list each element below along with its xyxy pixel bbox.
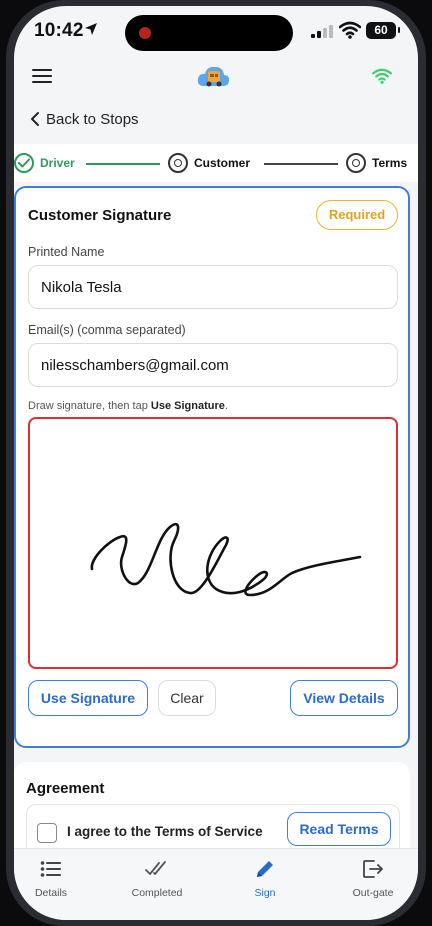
step-connector-complete [86, 163, 160, 165]
emails-label: Email(s) (comma separated) [28, 323, 186, 337]
required-badge: Required [316, 200, 398, 230]
step-connector-pending [264, 163, 338, 165]
customer-signature-card: Customer Signature Required Printed Name… [14, 186, 410, 748]
tab-label: Details [34, 887, 68, 899]
status-time: 10:42 [34, 20, 84, 41]
status-bar: 10:42 60 [14, 6, 418, 58]
tab-sign[interactable]: Sign [220, 857, 310, 899]
step-label: Terms [372, 156, 408, 170]
wifi-status-icon [339, 21, 361, 39]
terms-checkbox[interactable] [37, 823, 57, 843]
terms-checkbox-label[interactable]: I agree to the Terms of Service [67, 824, 263, 839]
check-circle-icon [14, 153, 34, 173]
printed-name-input[interactable] [28, 265, 398, 309]
connection-wifi-icon [372, 68, 392, 84]
tab-label: Out-gate [352, 887, 394, 899]
step-customer[interactable]: Customer [168, 153, 250, 173]
hint-prefix: Draw signature, then tap [28, 400, 151, 412]
printed-name-label: Printed Name [28, 245, 105, 259]
back-label: Back to Stops [46, 110, 139, 128]
tab-label: Sign [254, 887, 276, 899]
agreement-title: Agreement [26, 780, 105, 797]
app-screen: 10:42 60 Back to Stops Driver Customer T… [14, 6, 418, 920]
phone-device: 10:42 60 Back to Stops Driver Customer T… [0, 0, 432, 926]
back-to-stops-link[interactable]: Back to Stops [26, 108, 139, 130]
tab-out-gate[interactable]: Out-gate [328, 857, 418, 899]
use-signature-button[interactable]: Use Signature [28, 680, 148, 716]
read-terms-button[interactable]: Read Terms [287, 812, 391, 846]
tab-details[interactable]: Details [14, 857, 96, 899]
chevron-left-icon [31, 112, 39, 126]
progress-stepper: Driver Customer Terms [14, 144, 418, 182]
tab-completed[interactable]: Completed [112, 857, 202, 899]
step-terms[interactable]: Terms [346, 153, 407, 173]
tab-label: Completed [131, 887, 183, 899]
cellular-signal-icon [311, 25, 333, 38]
recording-dot [139, 27, 151, 39]
menu-icon[interactable] [32, 66, 52, 84]
bottom-tab-bar: Details Completed Sign Out-gate [14, 848, 418, 920]
clear-button[interactable]: Clear [158, 680, 216, 716]
pending-circle-icon [168, 153, 188, 173]
view-details-button[interactable]: View Details [290, 680, 398, 716]
location-arrow-icon [85, 23, 97, 35]
pencil-icon [257, 861, 273, 877]
signature-pad[interactable] [28, 417, 398, 669]
dynamic-island [125, 15, 293, 51]
hint-action: Use Signature [150, 400, 225, 412]
list-icon [40, 861, 61, 877]
step-driver[interactable]: Driver [14, 153, 75, 173]
double-check-icon [145, 861, 166, 875]
step-label: Customer [194, 156, 251, 170]
pending-circle-icon [346, 153, 366, 173]
card-title: Customer Signature [28, 207, 172, 224]
exit-icon [363, 860, 383, 878]
step-label: Driver [40, 156, 75, 170]
signature-stroke [90, 522, 362, 597]
hint-suffix: . [224, 400, 228, 412]
email-field[interactable] [28, 343, 398, 387]
app-logo [197, 66, 229, 87]
battery-indicator: 60 [366, 22, 400, 39]
signature-hint: Draw signature, then tap Use Signature. [28, 400, 228, 412]
